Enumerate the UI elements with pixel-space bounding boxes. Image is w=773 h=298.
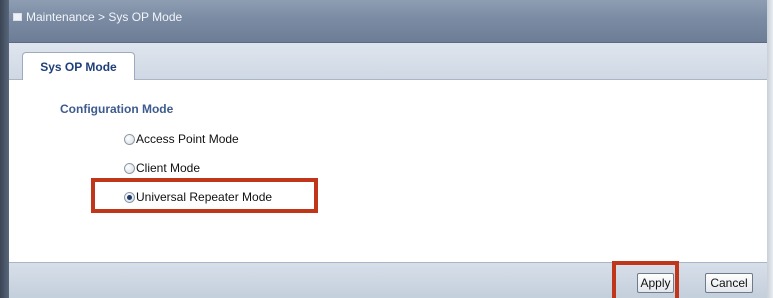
option-label: Access Point Mode [136, 132, 239, 146]
main-content: Configuration Mode Access Point Mode Cli… [9, 80, 767, 262]
breadcrumb-text: Maintenance > Sys OP Mode [26, 10, 183, 24]
section-title: Configuration Mode [60, 102, 174, 116]
option-access-point-mode[interactable]: Access Point Mode [124, 132, 239, 146]
tab-sys-op-mode[interactable]: Sys OP Mode [22, 52, 135, 80]
highlight-box-repeater [91, 178, 318, 213]
option-label: Client Mode [136, 161, 201, 175]
option-client-mode[interactable]: Client Mode [124, 161, 200, 175]
breadcrumb: Maintenance > Sys OP Mode [13, 10, 182, 24]
radio-client-mode[interactable] [124, 162, 135, 174]
window-icon [13, 13, 22, 21]
window-frame-right [766, 0, 773, 298]
highlight-box-apply [612, 261, 679, 298]
cancel-button[interactable]: Cancel [705, 273, 753, 293]
title-bar: Maintenance > Sys OP Mode [9, 0, 767, 43]
window-frame-left [0, 0, 9, 298]
radio-access-point-mode[interactable] [124, 133, 135, 145]
tab-strip: Sys OP Mode [9, 43, 767, 80]
